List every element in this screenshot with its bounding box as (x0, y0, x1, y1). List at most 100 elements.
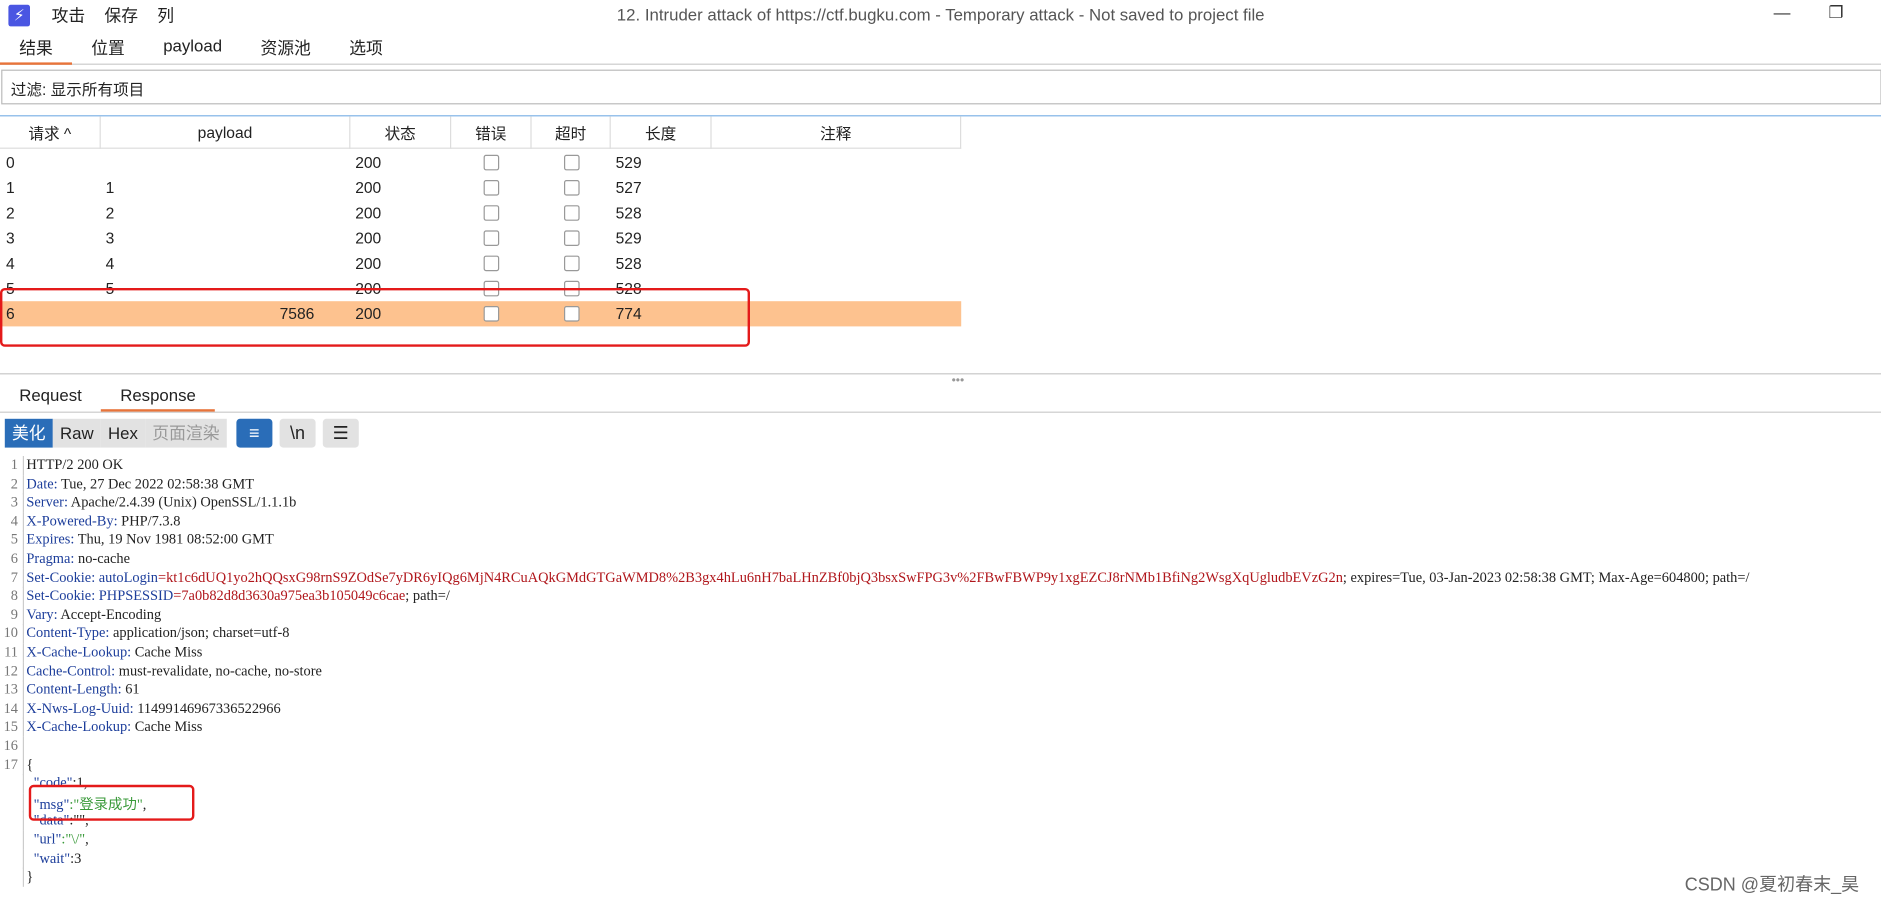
error-checkbox[interactable] (483, 230, 500, 247)
header-key: Pragma: (26, 549, 75, 567)
header-key: Date: (26, 474, 58, 492)
code-line: 17{ (0, 755, 1881, 775)
timeout-checkbox[interactable] (563, 180, 579, 196)
col-timeout[interactable]: 超时 (532, 116, 611, 149)
line-content: Set-Cookie: PHPSESSID=7a0b82d8d3630a975e… (24, 587, 449, 606)
header-value: 61 (121, 680, 140, 698)
timeout-checkbox[interactable] (563, 255, 579, 272)
header-value: Cache Miss (131, 718, 203, 735)
col-request[interactable]: 请求 ^ (0, 116, 101, 149)
code-line: 16 (0, 736, 1881, 756)
tab-positions[interactable]: 位置 (72, 31, 144, 65)
code-line: 8 Set-Cookie: PHPSESSID=7a0b82d8d3630a975… (0, 587, 1881, 607)
menu-icon[interactable]: ☰ (322, 418, 359, 448)
response-body[interactable]: 1 HTTP/2 200 OK 2 Date: Tue, 27 Dec 2022 02… (0, 456, 1881, 902)
raw-button[interactable]: Raw (52, 418, 101, 448)
wrap-lines-icon[interactable]: ≡ (236, 418, 273, 448)
error-checkbox[interactable] (483, 205, 500, 221)
timeout-checkbox[interactable] (563, 205, 579, 221)
table-row[interactable]: 0 200 529 (0, 150, 961, 175)
cell-length: 529 (615, 153, 642, 172)
tab-response[interactable]: Response (100, 379, 216, 412)
line-content: "wait":3 (24, 849, 82, 868)
code-line: 9 Vary: Accept-Encoding (0, 605, 1881, 625)
table-row[interactable]: 4 4 200 528 (0, 251, 961, 276)
tab-payload[interactable]: payload (144, 31, 241, 65)
col-error[interactable]: 错误 (451, 116, 532, 149)
header-value: Thu, 19 Nov 1981 08:52:00 GMT (74, 530, 274, 548)
col-status[interactable]: 状态 (350, 116, 452, 149)
header-key: Cache-Control: (26, 661, 116, 679)
cell-comment (712, 200, 962, 225)
col-payload[interactable]: payload (101, 116, 351, 149)
line-number: 7 (0, 568, 24, 588)
table-row[interactable]: 1 1 200 527 (0, 175, 961, 200)
cell-comment (712, 175, 962, 200)
cell-status: 200 (355, 229, 382, 248)
line-content: { (24, 756, 33, 775)
cell-error (451, 251, 531, 276)
burp-logo-icon: ⚡ (8, 4, 31, 26)
cell-comment (712, 226, 962, 251)
cell-request: 1 (6, 178, 15, 197)
cell-comment (712, 251, 962, 276)
line-content: X-Powered-By: PHP/7.3.8 (24, 512, 180, 531)
code-line: "msg":"登录成功", (0, 792, 1881, 813)
header-value: Tue, 27 Dec 2022 02:58:38 GMT (57, 474, 255, 492)
menu-save[interactable]: 保存 (104, 3, 138, 27)
header-value: :3 (70, 849, 82, 866)
error-checkbox[interactable] (483, 180, 500, 196)
pretty-button[interactable]: 美化 (4, 418, 53, 448)
newline-icon[interactable]: \n (279, 418, 316, 448)
header-key: Content-Length: (26, 680, 122, 698)
col-length[interactable]: 长度 (611, 116, 712, 149)
tab-resource-pool[interactable]: 资源池 (241, 31, 330, 65)
line-content: Server: Apache/2.4.39 (Unix) OpenSSL/1.1… (24, 493, 296, 512)
header-key: Content-Type: (26, 624, 110, 642)
line-content: Expires: Thu, 19 Nov 1981 08:52:00 GMT (24, 530, 274, 550)
cell-request: 4 (6, 254, 15, 273)
header-key: X-Cache-Lookup: (26, 643, 132, 660)
restore-icon[interactable]: ❐ (1824, 2, 1848, 22)
line-number: 13 (0, 680, 24, 700)
string-value: :"\/" (61, 830, 86, 848)
tab-options[interactable]: 选项 (330, 31, 402, 65)
hex-button[interactable]: Hex (100, 418, 146, 448)
code-line: 1 HTTP/2 200 OK (0, 456, 1881, 476)
filter-bar[interactable]: 过滤: 显示所有项目 (1, 69, 1881, 105)
render-button[interactable]: 页面渲染 (145, 418, 227, 448)
line-number (0, 792, 24, 813)
view-toolbar: 美化 Raw Hex 页面渲染 ≡ \n ☰ (4, 418, 359, 448)
table-header: 请求 ^ payload 状态 错误 超时 长度 注释 (0, 116, 962, 149)
tab-results[interactable]: 结果 (0, 31, 72, 65)
cell-error (451, 200, 531, 225)
tab-request[interactable]: Request (0, 379, 101, 411)
code-line: 2 Date: Tue, 27 Dec 2022 02:58:38 GMT (0, 474, 1881, 494)
table-row[interactable]: 3 3 200 529 (0, 226, 961, 251)
timeout-checkbox[interactable] (563, 154, 579, 171)
cell-length: 528 (615, 204, 642, 223)
header-key: Vary: (26, 605, 58, 623)
burp-intruder-window: ⚡ 攻击 保存 列 12. Intruder attack of https:/… (0, 0, 1881, 902)
error-checkbox[interactable] (483, 154, 500, 171)
header-value: Apache/2.4.39 (Unix) OpenSSL/1.1.1b (67, 493, 297, 511)
cell-request: 2 (6, 204, 15, 223)
table-row[interactable]: 2 2 200 528 (0, 200, 961, 225)
cell-request: 3 (6, 229, 15, 248)
header-value: application/json; charset=utf-8 (109, 624, 290, 642)
cell-payload (101, 150, 351, 175)
code-line: 7 Set-Cookie: autoLogin=kt1c6dUQ1yo2hQQsx… (0, 568, 1881, 588)
cell-comment (712, 150, 962, 175)
line-number: 9 (0, 605, 24, 625)
code-line: "data":"", (0, 811, 1881, 831)
timeout-checkbox[interactable] (563, 230, 579, 247)
col-comment[interactable]: 注释 (712, 116, 962, 149)
minimize-icon[interactable]: — (1770, 2, 1794, 21)
line-content: Cache-Control: must-revalidate, no-cache… (24, 662, 322, 681)
menu-columns[interactable]: 列 (157, 3, 174, 27)
cell-timeout (532, 150, 611, 175)
menu-attack[interactable]: 攻击 (52, 3, 86, 27)
line-content: X-Cache-Lookup: Cache Miss (24, 718, 202, 737)
code-line: 10 Content-Type: application/json; charse… (0, 624, 1881, 644)
error-checkbox[interactable] (483, 255, 500, 272)
